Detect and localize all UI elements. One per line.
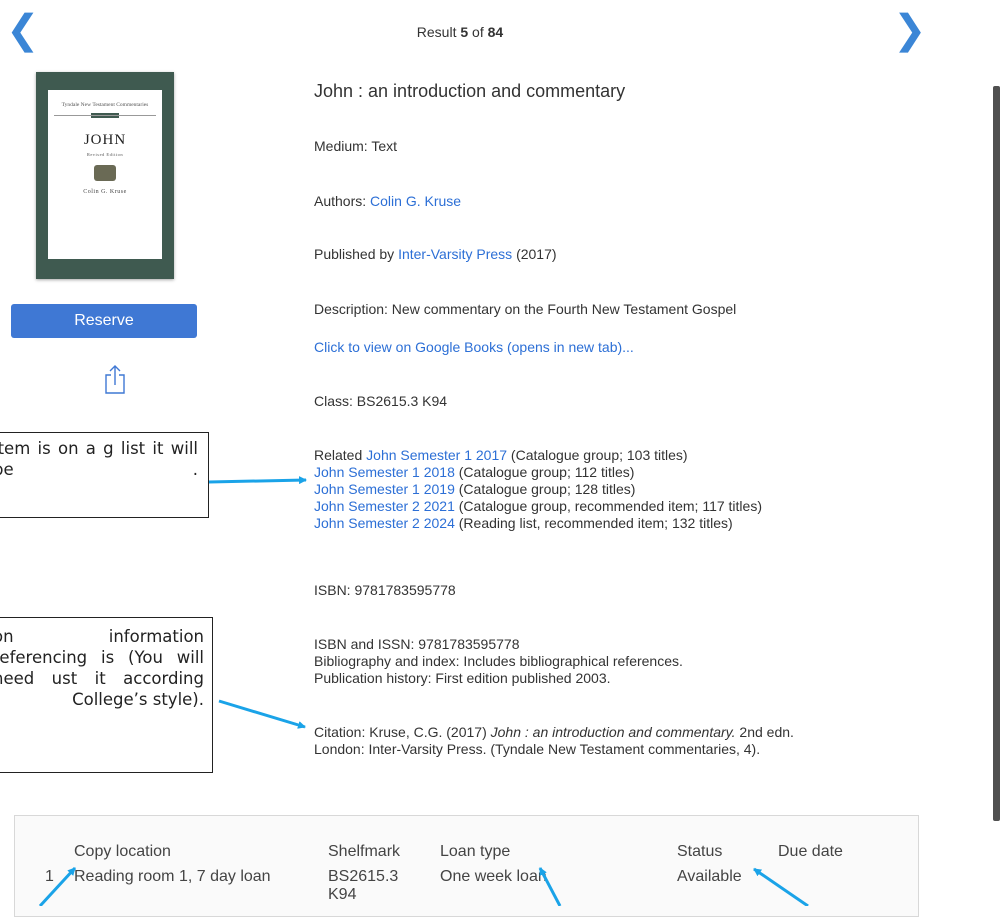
- published-label: Published by: [314, 246, 395, 262]
- header-loan-type: Loan type: [440, 843, 511, 860]
- cover-author: Colin G. Kruse: [83, 189, 127, 195]
- isbn-issn-block: ISBN and ISSN: 9781783595778 Bibliograph…: [314, 636, 683, 687]
- citation-title: John : an introduction and commentary.: [490, 724, 736, 740]
- google-books-link[interactable]: Click to view on Google Books (opens in …: [314, 339, 634, 356]
- related-item: John Semester 2 2021 (Catalogue group, r…: [314, 498, 762, 515]
- result-total: 84: [487, 24, 504, 40]
- record-title: John : an introduction and commentary: [314, 81, 626, 101]
- description: Description: New commentary on the Fourt…: [314, 301, 737, 317]
- related-note: (Catalogue group; 128 titles): [458, 481, 636, 497]
- publication-history: Publication history: First edition publi…: [314, 670, 611, 686]
- share-icon[interactable]: [104, 364, 126, 394]
- cover-edition: Revised Edition: [86, 152, 124, 157]
- row-number: 1: [45, 868, 54, 885]
- scrollbar-thumb[interactable]: [993, 86, 1000, 821]
- published-by: Published by Inter-Varsity Press (2017): [314, 246, 557, 263]
- related-link[interactable]: John Semester 1 2017: [366, 447, 507, 463]
- citation-callout: on information referencing is (You will …: [0, 617, 213, 773]
- reading-list-arrow: [208, 476, 307, 485]
- cover-rule: [54, 115, 156, 116]
- related-note: (Catalogue group; 103 titles): [510, 447, 688, 463]
- header-status: Status: [677, 843, 723, 860]
- holdings-table: Copy location Shelfmark Loan type Status…: [14, 815, 919, 917]
- medium: Medium: Text: [314, 138, 397, 154]
- citation-prefix: Citation: Kruse, C.G. (2017): [314, 724, 487, 740]
- related-label: Related: [314, 447, 363, 463]
- citation-suffix: 2nd edn.: [739, 724, 794, 740]
- related-link[interactable]: John Semester 1 2019: [314, 481, 455, 497]
- shelfmark: BS2615.3 K94: [328, 868, 398, 904]
- cover-emblem-icon: [94, 165, 116, 181]
- header-copy-location: Copy location: [74, 843, 171, 860]
- citation-arrow: [218, 699, 306, 729]
- header-due-date: Due date: [778, 843, 843, 860]
- result-of: of: [472, 24, 484, 40]
- result-prefix: Result: [416, 24, 457, 40]
- related-link[interactable]: John Semester 2 2021: [314, 498, 455, 514]
- copy-location: Reading room 1, 7 day loan: [74, 868, 271, 885]
- result-counter: Result 5 of 84: [0, 24, 920, 40]
- isbn: ISBN: 9781783595778: [314, 582, 456, 598]
- next-result-icon[interactable]: ❯: [893, 10, 927, 50]
- related-item: John Semester 2 2024 (Reading list, reco…: [314, 515, 762, 532]
- authors-label: Authors:: [314, 193, 367, 209]
- book-cover-page: Tyndale New Testament Commentaries JOHN …: [48, 90, 162, 259]
- cover-title: JOHN: [83, 132, 127, 148]
- bibliography: Bibliography and index: Includes bibliog…: [314, 653, 683, 669]
- book-cover[interactable]: Tyndale New Testament Commentaries JOHN …: [36, 72, 174, 279]
- citation-line-2: London: Inter-Varsity Press. (Tyndale Ne…: [314, 741, 761, 757]
- status: Available: [677, 868, 742, 885]
- citation-line-1: Citation: Kruse, C.G. (2017) John : an i…: [314, 724, 794, 741]
- related-item: John Semester 1 2018 (Catalogue group; 1…: [314, 464, 762, 481]
- citation: Citation: Kruse, C.G. (2017) John : an i…: [314, 724, 794, 758]
- related-link[interactable]: John Semester 1 2018: [314, 464, 455, 480]
- cover-series: Tyndale New Testament Commentaries: [61, 102, 149, 108]
- related-groups: Related John Semester 1 2017 (Catalogue …: [314, 447, 762, 532]
- related-item: Related John Semester 1 2017 (Catalogue …: [314, 447, 762, 464]
- author-link[interactable]: Colin G. Kruse: [370, 193, 461, 209]
- shelfmark-line-2: K94: [328, 886, 357, 903]
- related-note: (Reading list, recommended item; 132 tit…: [458, 515, 733, 531]
- reading-list-callout: item is on a g list it will be .: [0, 432, 209, 518]
- isbn-issn: ISBN and ISSN: 9781783595778: [314, 636, 520, 652]
- shelfmark-line-1: BS2615.3: [328, 868, 399, 885]
- class-mark: Class: BS2615.3 K94: [314, 393, 448, 409]
- result-index: 5: [460, 24, 469, 40]
- authors: Authors: Colin G. Kruse: [314, 193, 461, 210]
- reserve-button[interactable]: Reserve: [11, 304, 197, 338]
- published-year: (2017): [516, 246, 557, 262]
- publisher-link[interactable]: Inter-Varsity Press: [398, 246, 512, 262]
- related-note: (Catalogue group; 112 titles): [458, 464, 635, 480]
- related-note: (Catalogue group, recommended item; 117 …: [458, 498, 762, 514]
- loan-type: One week loan: [440, 868, 547, 885]
- header-shelfmark: Shelfmark: [328, 843, 401, 860]
- related-link[interactable]: John Semester 2 2024: [314, 515, 455, 531]
- related-item: John Semester 1 2019 (Catalogue group; 1…: [314, 481, 762, 498]
